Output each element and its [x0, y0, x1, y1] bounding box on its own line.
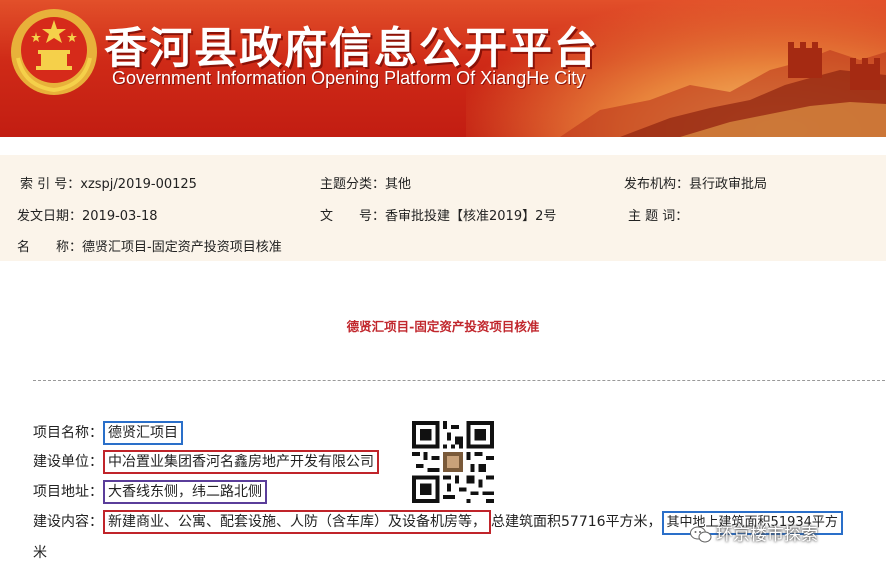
- address-row: 项目地址： 大香线东侧，纬二路北侧: [33, 480, 267, 504]
- content-label: 建设内容：: [33, 514, 103, 530]
- meta-name-label: 名 称：: [17, 240, 83, 255]
- builder-row: 建设单位： 中冶置业集团香河名鑫房地产开发有限公司: [33, 450, 379, 474]
- great-wall-illustration: [560, 42, 886, 137]
- meta-subject: 主 题 词：: [628, 205, 688, 224]
- meta-subject-label: 主 题 词：: [628, 209, 689, 224]
- content-boxed: 新建商业、公寓、配套设施、人防（含车库）及设备机房等，: [103, 510, 491, 534]
- address-value: 大香线东侧，纬二路北侧: [103, 480, 267, 504]
- meta-topic: 主题分类：其他: [320, 173, 411, 192]
- project-name-label: 项目名称：: [33, 425, 103, 441]
- watermark-text: 环京楼市探索: [716, 525, 818, 545]
- content-area: 总建筑面积57716平方米，: [491, 514, 662, 530]
- meta-index: 索 引 号：xzspj/2019-00125: [20, 173, 197, 192]
- divider: [33, 380, 885, 381]
- site-title-en: Government Information Opening Platform …: [112, 68, 586, 88]
- meta-index-value: xzspj/2019-00125: [80, 177, 197, 192]
- site-title-cn: 香河县政府信息公开平台: [104, 24, 599, 74]
- address-label: 项目地址：: [33, 484, 103, 500]
- meta-date: 发文日期：2019-03-18: [17, 205, 158, 224]
- document-metadata: 索 引 号：xzspj/2019-00125 主题分类：其他 发布机构：县行政审…: [0, 155, 886, 261]
- meta-publisher-value: 县行政审批局: [689, 177, 768, 192]
- project-name-value: 德贤汇项目: [103, 421, 183, 445]
- meta-index-label: 索 引 号：: [20, 177, 81, 192]
- article-title: 德贤汇项目-固定资产投资项目核准: [346, 319, 540, 334]
- meta-date-label: 发文日期：: [17, 209, 83, 224]
- header-banner: 香河县政府信息公开平台 Government Information Openi…: [0, 0, 886, 137]
- meta-date-value: 2019-03-18: [82, 209, 158, 224]
- meta-docno-value: 香审批投建【核准2019】2号: [385, 209, 557, 224]
- meta-topic-label: 主题分类：: [320, 177, 386, 192]
- meta-topic-value: 其他: [385, 177, 412, 192]
- meta-docno-label: 文 号：: [320, 209, 386, 224]
- builder-label: 建设单位：: [33, 454, 103, 470]
- project-name-row: 项目名称： 德贤汇项目: [33, 421, 183, 445]
- wechat-icon: [690, 526, 712, 543]
- watermark: 环京楼市探索: [690, 520, 818, 545]
- qr-code-icon[interactable]: [412, 421, 494, 503]
- meta-name: 名 称：德贤汇项目-固定资产投资项目核准: [17, 236, 282, 255]
- content-wrap-row: 米: [33, 542, 47, 562]
- content-wrap: 米: [33, 545, 47, 561]
- meta-name-value: 德贤汇项目-固定资产投资项目核准: [82, 240, 282, 255]
- meta-publisher: 发布机构：县行政审批局: [624, 173, 767, 192]
- national-emblem-icon: [11, 9, 97, 95]
- meta-publisher-label: 发布机构：: [624, 177, 690, 192]
- meta-docno: 文 号：香审批投建【核准2019】2号: [320, 205, 556, 224]
- builder-value: 中冶置业集团香河名鑫房地产开发有限公司: [103, 450, 379, 474]
